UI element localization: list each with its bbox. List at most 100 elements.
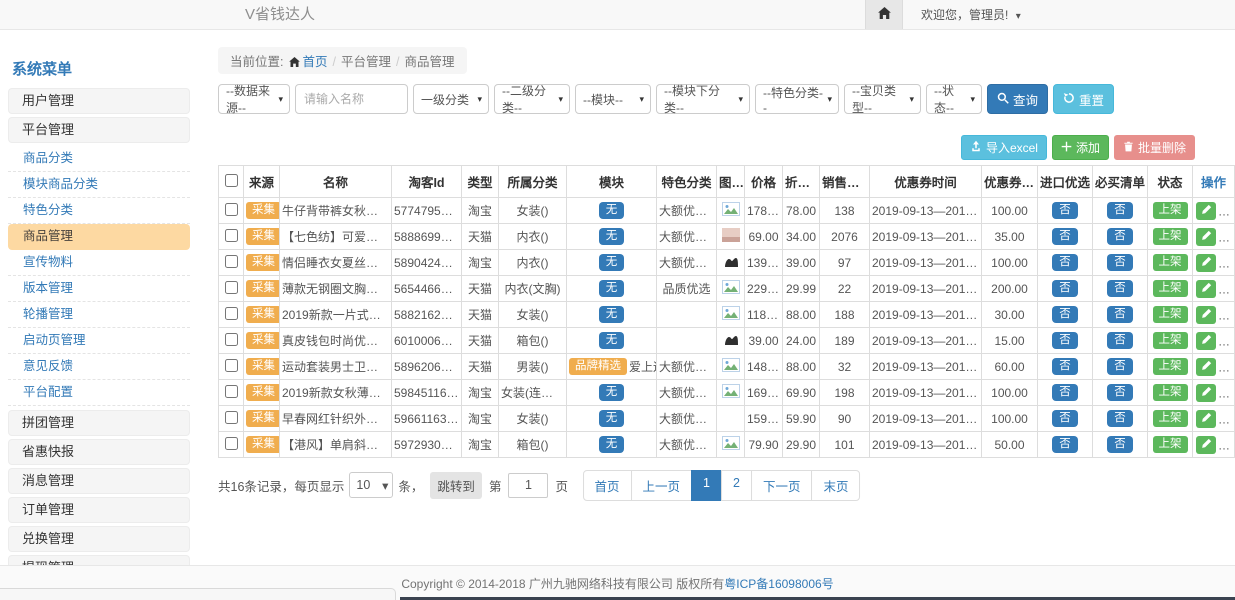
sidebar-section[interactable]: 消息管理 (8, 468, 190, 494)
status-badge[interactable]: 上架 (1153, 228, 1188, 245)
row-checkbox[interactable] (225, 307, 238, 320)
page-size-select[interactable]: 10▾ (349, 472, 393, 498)
select-all-checkbox[interactable] (225, 174, 238, 187)
name-cell: 薄款无钢圈文胸聚拢性... (280, 276, 392, 302)
sidebar-subitem[interactable]: 宣传物料 (8, 250, 190, 276)
status-badge[interactable]: 上架 (1153, 280, 1188, 297)
sidebar-section[interactable]: 省惠快报 (8, 439, 190, 465)
edit-button[interactable] (1196, 306, 1216, 324)
status-badge[interactable]: 上架 (1153, 306, 1188, 323)
no-badge[interactable]: 否 (1107, 280, 1133, 297)
module-cell: 品牌精选爱上运动 (567, 354, 657, 380)
no-badge[interactable]: 否 (1052, 358, 1078, 375)
pager-button[interactable]: 1 (691, 470, 722, 501)
home-button[interactable] (865, 0, 903, 29)
batch-delete-button[interactable]: 批量删除 (1114, 135, 1195, 160)
filter-select-feature-category[interactable]: --特色分类--▾ (755, 84, 839, 114)
filter-select-item-type[interactable]: --宝贝类型--▾ (844, 84, 921, 114)
filter-select-module-subcategory[interactable]: --模块下分类--▾ (656, 84, 750, 114)
pager: 首页上一页12下一页末页 (583, 470, 861, 501)
sidebar-subitem[interactable]: 特色分类 (8, 198, 190, 224)
status-badge[interactable]: 上架 (1153, 410, 1188, 427)
row-checkbox[interactable] (225, 281, 238, 294)
row-checkbox[interactable] (225, 255, 238, 268)
no-badge[interactable]: 否 (1107, 384, 1133, 401)
page-number-input[interactable] (508, 473, 548, 498)
user-menu[interactable]: 欢迎您，管理员! ▾ (921, 6, 1021, 23)
sidebar-subitem[interactable]: 启动页管理 (8, 328, 190, 354)
status-badge[interactable]: 上架 (1153, 358, 1188, 375)
no-badge[interactable]: 否 (1107, 228, 1133, 245)
sidebar-section[interactable]: 兑换管理 (8, 526, 190, 552)
pager-button[interactable]: 首页 (583, 470, 632, 501)
row-checkbox[interactable] (225, 411, 238, 424)
edit-button[interactable] (1196, 280, 1216, 298)
filter-select-module[interactable]: --模块--▾ (575, 84, 651, 114)
reset-button[interactable]: 重置 (1053, 84, 1114, 114)
sidebar-section-users[interactable]: 用户管理 (8, 88, 190, 114)
sidebar-subitem[interactable]: 意见反馈 (8, 354, 190, 380)
pager-button[interactable]: 末页 (811, 470, 860, 501)
row-checkbox[interactable] (225, 203, 238, 216)
edit-button[interactable] (1196, 228, 1216, 246)
status-badge[interactable]: 上架 (1153, 436, 1188, 453)
no-badge[interactable]: 否 (1107, 436, 1133, 453)
breadcrumb-link-home[interactable]: 首页 (302, 55, 327, 69)
sidebar-section-platform[interactable]: 平台管理 (8, 117, 190, 143)
status-badge[interactable]: 上架 (1153, 384, 1188, 401)
no-badge[interactable]: 否 (1052, 384, 1078, 401)
jump-to-button[interactable]: 跳转到 (430, 472, 482, 499)
sidebar-section[interactable]: 订单管理 (8, 497, 190, 523)
no-badge[interactable]: 否 (1052, 332, 1078, 349)
edit-button[interactable] (1196, 436, 1216, 454)
no-badge[interactable]: 否 (1052, 306, 1078, 323)
row-checkbox[interactable] (225, 385, 238, 398)
topbar-right: 欢迎您，管理员! ▾ (865, 0, 1021, 29)
sidebar-subitem[interactable]: 平台配置 (8, 380, 190, 406)
row-checkbox[interactable] (225, 229, 238, 242)
icp-link[interactable]: 粤ICP备16098006号 (724, 575, 833, 592)
edit-button[interactable] (1196, 384, 1216, 402)
edit-button[interactable] (1196, 202, 1216, 220)
pager-button[interactable]: 下一页 (751, 470, 813, 501)
no-badge[interactable]: 否 (1052, 202, 1078, 219)
filter-select-level2-category[interactable]: --二级分类--▾ (494, 84, 570, 114)
no-badge[interactable]: 否 (1107, 202, 1133, 219)
status-badge[interactable]: 上架 (1153, 202, 1188, 219)
sidebar-subitem[interactable]: 模块商品分类 (8, 172, 190, 198)
pager-button[interactable]: 2 (721, 470, 752, 501)
no-badge[interactable]: 否 (1052, 410, 1078, 427)
filter-select-level1-category[interactable]: 一级分类▾ (413, 84, 489, 114)
edit-button[interactable] (1196, 332, 1216, 350)
breadcrumb-separator: / (396, 55, 399, 69)
add-button[interactable]: 添加 (1052, 135, 1109, 160)
row-checkbox[interactable] (225, 359, 238, 372)
no-badge[interactable]: 否 (1052, 254, 1078, 271)
no-badge[interactable]: 否 (1107, 332, 1133, 349)
row-checkbox[interactable] (225, 437, 238, 450)
edit-button[interactable] (1196, 358, 1216, 376)
no-badge[interactable]: 否 (1107, 358, 1133, 375)
no-badge[interactable]: 否 (1052, 436, 1078, 453)
sidebar-subitem[interactable]: 轮播管理 (8, 302, 190, 328)
sidebar-section[interactable]: 拼团管理 (8, 410, 190, 436)
status-badge[interactable]: 上架 (1153, 254, 1188, 271)
import-excel-button[interactable]: 导入excel (961, 135, 1047, 160)
no-badge[interactable]: 否 (1107, 410, 1133, 427)
goods-name-input[interactable] (295, 84, 408, 114)
sidebar-subitem[interactable]: 版本管理 (8, 276, 190, 302)
filter-select-status[interactable]: --状态--▾ (926, 84, 982, 114)
no-badge[interactable]: 否 (1052, 280, 1078, 297)
no-badge[interactable]: 否 (1107, 254, 1133, 271)
pager-button[interactable]: 上一页 (631, 470, 693, 501)
status-badge[interactable]: 上架 (1153, 332, 1188, 349)
no-badge[interactable]: 否 (1107, 306, 1133, 323)
sidebar-subitem[interactable]: 商品分类 (8, 146, 190, 172)
edit-button[interactable] (1196, 254, 1216, 272)
no-badge[interactable]: 否 (1052, 228, 1078, 245)
filter-select-data-source[interactable]: --数据来源--▾ (218, 84, 290, 114)
sidebar-subitem[interactable]: 商品管理 (8, 224, 190, 250)
search-button[interactable]: 查询 (987, 84, 1048, 114)
edit-button[interactable] (1196, 410, 1216, 428)
row-checkbox[interactable] (225, 333, 238, 346)
